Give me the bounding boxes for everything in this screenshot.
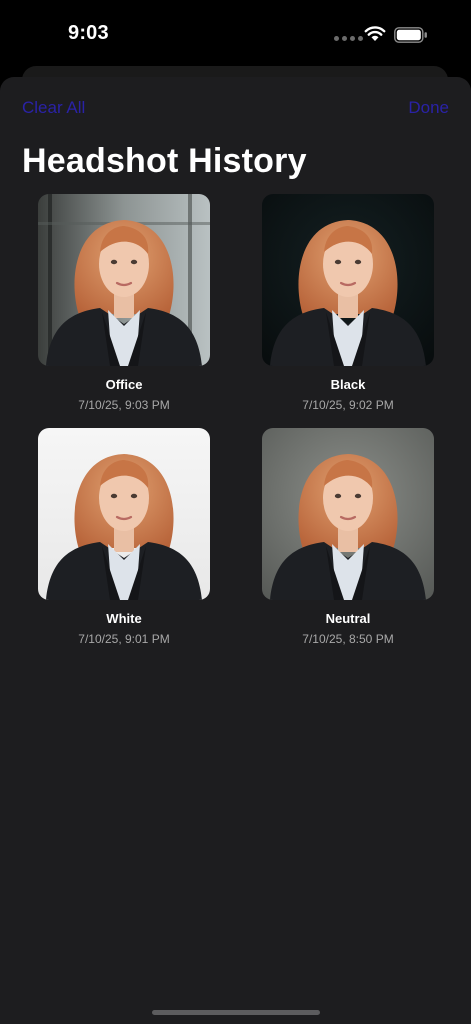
status-bar: 9:03 (0, 0, 471, 70)
headshot-card-office[interactable]: Office 7/10/25, 9:03 PM (38, 194, 210, 412)
headshot-title: Office (105, 377, 143, 392)
headshot-date: 7/10/25, 9:01 PM (78, 632, 170, 646)
headshot-image[interactable] (38, 194, 210, 366)
done-button[interactable]: Done (408, 98, 449, 118)
home-indicator[interactable] (152, 1010, 320, 1015)
headshot-card-black[interactable]: Black 7/10/25, 9:02 PM (262, 194, 434, 412)
headshot-title: Black (330, 377, 366, 392)
page-title: Headshot History (22, 142, 307, 180)
headshot-date: 7/10/25, 8:50 PM (302, 632, 394, 646)
clear-all-button[interactable]: Clear All (22, 98, 85, 118)
headshot-image[interactable] (262, 428, 434, 600)
headshot-date: 7/10/25, 9:03 PM (78, 398, 170, 412)
headshot-image[interactable] (38, 428, 210, 600)
headshot-title: White (106, 611, 142, 626)
battery-icon (394, 27, 427, 43)
headshot-card-neutral[interactable]: Neutral 7/10/25, 8:50 PM (262, 428, 434, 646)
status-time: 9:03 (68, 22, 109, 44)
wifi-icon (364, 26, 386, 41)
headshot-image[interactable] (262, 194, 434, 366)
cellular-signal-icon (334, 36, 363, 41)
headshot-card-white[interactable]: White 7/10/25, 9:01 PM (38, 428, 210, 646)
headshot-title: Neutral (325, 611, 371, 626)
headshot-date: 7/10/25, 9:02 PM (302, 398, 394, 412)
